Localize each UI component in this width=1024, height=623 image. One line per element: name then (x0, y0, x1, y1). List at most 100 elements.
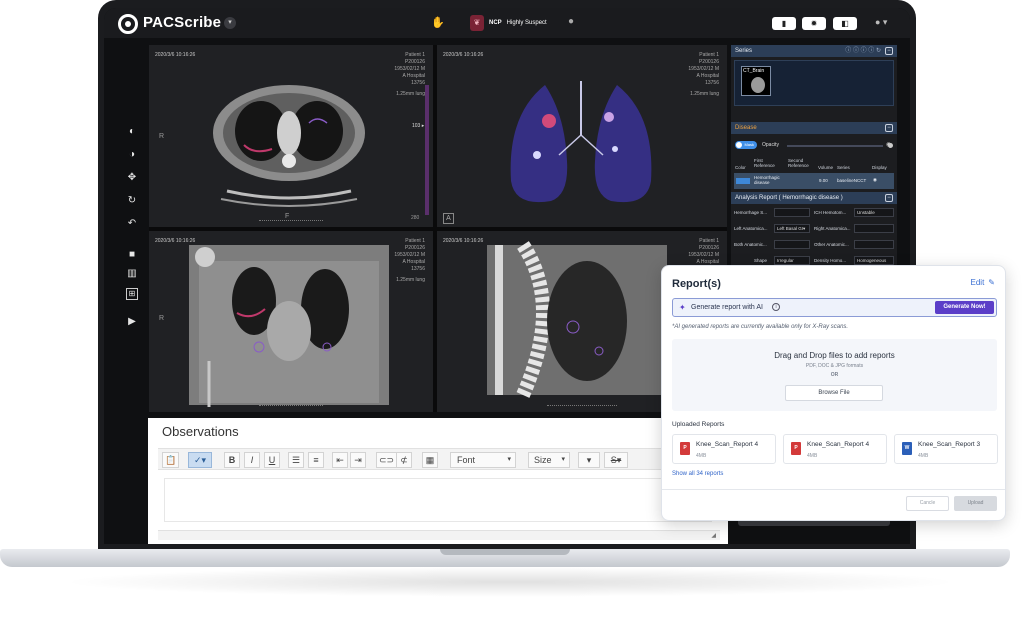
scale-ruler (259, 404, 323, 406)
chevron-down-icon[interactable]: ▾ (224, 17, 236, 29)
viewport-3d[interactable]: 2020/3/6 10:16:26 Patient 1 P200126 1953/0… (437, 45, 727, 227)
shape-select[interactable]: Irregular (774, 256, 810, 265)
laptop-notch (440, 549, 570, 555)
both-anatomic-select[interactable] (774, 240, 810, 249)
resize-handle[interactable]: ◢ (711, 532, 716, 539)
indent-icon[interactable]: ⇥ (350, 452, 366, 468)
observations-title: Observations (162, 424, 239, 439)
info-icon[interactable]: i (772, 303, 780, 311)
disease-table-header: Color First Reference Second Reference V… (735, 158, 887, 170)
disease-row[interactable]: Hemorrhagic disease 9.00 baselineNCCT ◉ (734, 173, 894, 189)
size-select[interactable]: Size ▾ (528, 452, 570, 468)
slice-count: 280 (411, 215, 420, 221)
sparkle-icon: ✦ (679, 303, 686, 312)
series-header: Series ⓘ ⓘ ⓘ ⓘ ↻ − (731, 45, 897, 57)
slice-marker[interactable]: 103 ▸ (412, 123, 424, 129)
series-thumbnail[interactable]: CT_Brain (741, 66, 771, 96)
mask-toggle[interactable]: Mask (735, 141, 757, 149)
layout-single-button[interactable]: ▮ (772, 17, 796, 30)
chat-icon[interactable]: ● (568, 16, 574, 27)
pan-icon[interactable]: ✥ (126, 172, 138, 183)
analysis-row: Left Anatomica... Left Basal GI▾ Right A… (734, 224, 894, 234)
layout-split-button[interactable]: ◧ (833, 17, 857, 30)
eye-icon[interactable]: ◉ (886, 141, 891, 148)
ich-select[interactable]: Unstable (854, 208, 894, 217)
ai-note: *AI generated reports are currently avai… (672, 324, 849, 330)
scale-ruler (259, 219, 323, 221)
invert-icon[interactable]: ◑ (126, 149, 138, 160)
eye-icon[interactable]: ◉ (873, 177, 877, 183)
hemorrhage-select[interactable] (774, 208, 810, 217)
font-select[interactable]: Font ▾ (450, 452, 516, 468)
font-select-label: Font (457, 455, 476, 465)
underline-icon[interactable]: U (264, 452, 280, 468)
report-file-name: Knee_Scan_Report 4 (807, 441, 870, 448)
layout-1x1-icon[interactable]: ■ (126, 249, 138, 260)
user-icon[interactable]: ● ▾ (875, 17, 887, 28)
reports-card: Report(s) Edit ✎ ✦ Generate report with … (661, 265, 1006, 521)
report-file-size: 4MB (807, 453, 818, 459)
series-title: Series (735, 48, 753, 54)
upload-button[interactable]: Upload (954, 496, 997, 511)
report-file-card[interactable]: P Knee_Scan_Report 4 4MB (783, 434, 887, 464)
edit-link[interactable]: Edit ✎ (971, 278, 996, 287)
strikethrough-icon[interactable]: S▾ (604, 452, 628, 468)
outdent-icon[interactable]: ⇤ (332, 452, 348, 468)
left-anatomic-select[interactable]: Left Basal GI▾ (774, 224, 810, 233)
viewport-axial[interactable]: 2020/3/6 10:16:26 Patient 1 P200126 1953/0… (149, 45, 433, 227)
series-actions[interactable]: ⓘ ⓘ ⓘ ⓘ ↻ (845, 45, 881, 57)
other-anatomic-select[interactable] (854, 240, 894, 249)
contrast-icon[interactable]: ◐ (126, 126, 138, 137)
scale-ruler (547, 404, 617, 406)
collapse-icon[interactable]: − (885, 124, 893, 132)
generate-now-button[interactable]: Generate Now! (935, 301, 994, 314)
italic-icon[interactable]: I (244, 452, 260, 468)
text-color-select[interactable]: ▾ (578, 452, 600, 468)
reports-title: Report(s) (672, 278, 721, 290)
lungs-3d-image (510, 81, 652, 203)
viewport-info: Patient 1P2001261953/02/12 MA Hospital13… (688, 52, 719, 97)
brain-view-button[interactable]: ✹ (802, 17, 826, 30)
show-all-reports-link[interactable]: Show all 34 reports (672, 471, 723, 477)
play-icon[interactable]: ▶ (126, 316, 138, 327)
collapse-icon[interactable]: − (885, 194, 893, 202)
bullet-list-icon[interactable]: ≡ (308, 452, 324, 468)
ncp-status-text: Highly Suspect (506, 20, 547, 26)
cancel-button[interactable]: Cancle (906, 496, 949, 511)
unlink-icon[interactable]: ⊄ (396, 452, 412, 468)
paste-icon[interactable]: 📋 (162, 452, 180, 468)
bold-icon[interactable]: B (224, 452, 240, 468)
viewport-coronal[interactable]: 2020/3/6 10:16:26 Patient 1 P200126 1953/0… (149, 231, 433, 412)
ncp-status[interactable]: ❦ NCP Highly Suspect (470, 15, 547, 31)
analysis-row: Hemorrhage S... ICH Hemotom... Unstable (734, 208, 894, 218)
orientation-cube[interactable]: A (443, 213, 454, 224)
observations-editor[interactable] (164, 478, 712, 522)
report-file-card[interactable]: P Knee_Scan_Report 4 4MB (672, 434, 776, 464)
right-panel: Series ⓘ ⓘ ⓘ ⓘ ↻ − CT_Brain Disease − Ma… (731, 45, 897, 275)
viewport-date: 2020/3/6 10:16:26 (443, 238, 484, 244)
link-icon[interactable]: ⊂⊃ (376, 452, 398, 468)
editor-footer: ◢ (158, 530, 720, 540)
right-anatomic-select[interactable] (854, 224, 894, 233)
lungs-icon: ❦ (470, 15, 484, 31)
report-file-card[interactable]: W Knee_Scan_Report 3 4MB (894, 434, 998, 464)
density-select[interactable]: Homogeneous (854, 256, 894, 265)
opacity-label: Opacity (762, 142, 779, 148)
hand-icon[interactable]: ✋ (431, 16, 445, 29)
numbered-list-icon[interactable]: ☰ (288, 452, 304, 468)
orientation-label: R (159, 315, 165, 322)
table-icon[interactable]: ▦ (422, 452, 438, 468)
spellcheck-icon[interactable]: ✓▾ (188, 452, 212, 468)
collapse-icon[interactable]: − (885, 47, 893, 55)
undo-icon[interactable]: ↶ (126, 218, 138, 229)
layout-columns-icon[interactable]: ▥ (126, 268, 138, 279)
axial-ct-image (213, 85, 429, 215)
browse-file-button[interactable]: Browse File (785, 385, 883, 401)
drop-zone[interactable]: Drag and Drop files to add reports PDF, … (672, 339, 997, 411)
drop-formats: PDF, DOC & JPG formats (805, 363, 864, 369)
opacity-slider[interactable] (787, 143, 893, 148)
image-viewer: 2020/3/6 10:16:26 Patient 1 P200126 1953/0… (149, 45, 727, 412)
layout-grid-icon[interactable]: ⊞ (126, 288, 138, 300)
report-file-name: Knee_Scan_Report 3 (918, 441, 981, 448)
rotate-icon[interactable]: ↻ (126, 195, 138, 206)
